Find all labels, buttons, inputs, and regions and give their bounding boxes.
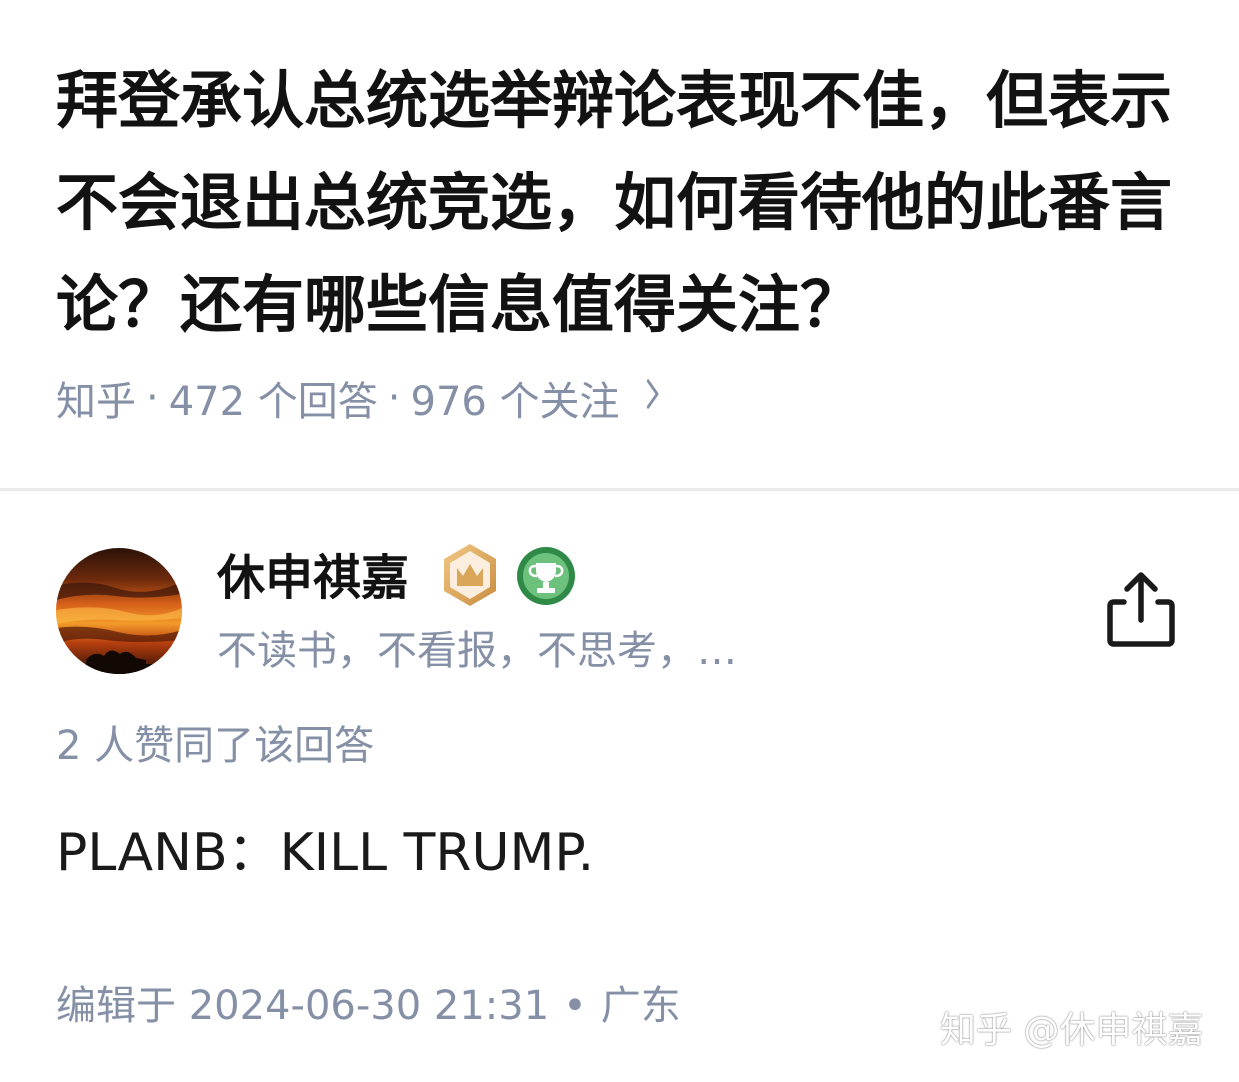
followers-count: 976 个关注 — [410, 379, 620, 425]
avatar[interactable] — [56, 548, 182, 674]
question-meta[interactable]: 知乎 · 472 个回答 · 976 个关注 — [56, 372, 664, 425]
author-name[interactable]: 休申祺嘉 — [217, 548, 409, 608]
section-divider — [0, 488, 1239, 491]
crown-badge-icon[interactable] — [440, 542, 500, 608]
trophy-badge-icon[interactable] — [516, 546, 576, 606]
share-icon[interactable] — [1104, 568, 1178, 648]
meta-separator: · — [146, 375, 159, 421]
author-bio: 不读书，不看报，不思考，… — [217, 628, 737, 674]
meta-separator: · — [387, 375, 401, 421]
edit-info: 编辑于 2024-06-30 21:31 • 广东 — [56, 978, 681, 1034]
chevron-right-icon[interactable] — [645, 375, 660, 421]
answer-content[interactable]: PLANB：KILL TRUMP. — [56, 818, 594, 888]
source-label: 知乎 — [56, 379, 136, 425]
edit-location: 广东 — [600, 983, 681, 1029]
edit-dot: • — [563, 983, 587, 1029]
question-title[interactable]: 拜登承认总统选举辩论表现不佳，但表示不会退出总统竞选，如何看待他的此番言论？还有… — [56, 50, 1196, 356]
answers-count: 472 个回答 — [168, 379, 378, 425]
watermark: 知乎 @休申祺嘉 — [940, 1010, 1204, 1051]
vote-count: 2 人赞同了该回答 — [56, 723, 375, 769]
edit-time: 编辑于 2024-06-30 21:31 — [56, 983, 550, 1029]
